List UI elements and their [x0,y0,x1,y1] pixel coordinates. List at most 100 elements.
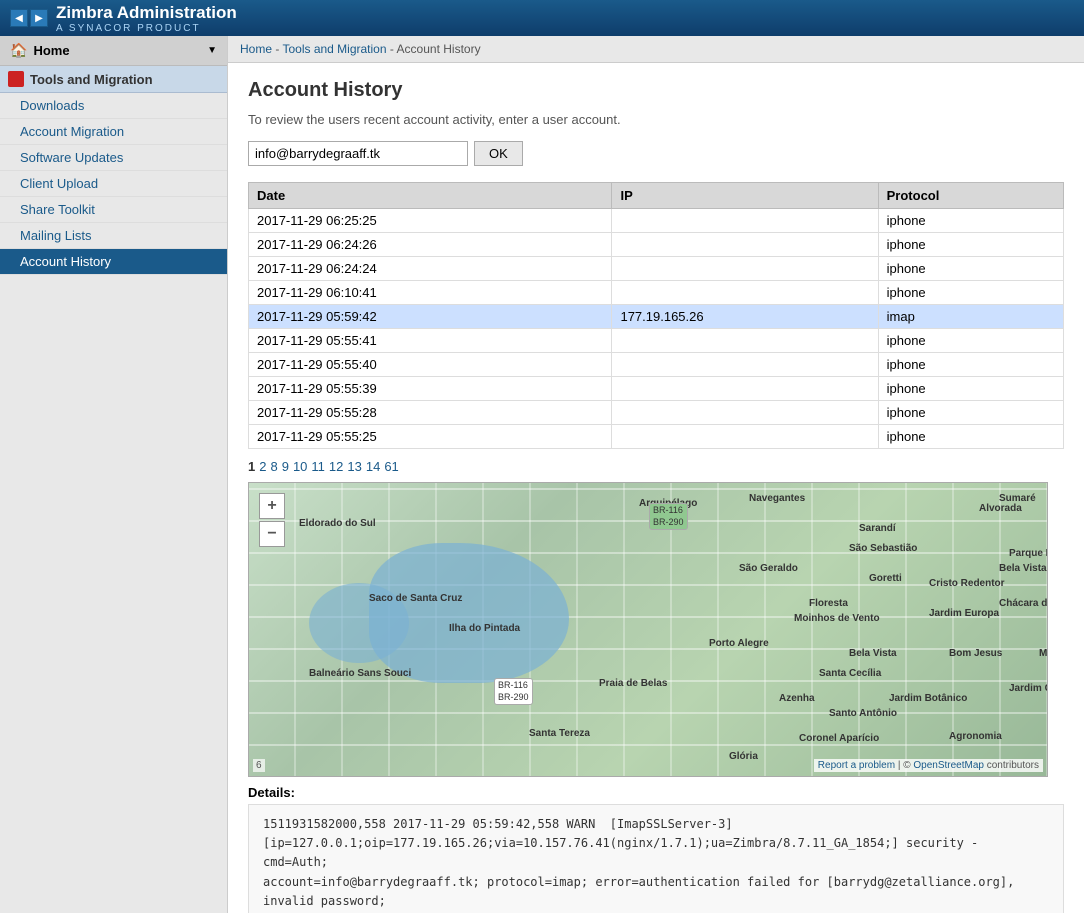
map-zoom-controls: + − [259,493,285,547]
map-label: Santo Antônio [829,708,897,719]
cell-protocol: iphone [878,329,1063,353]
cell-date: 2017-11-29 05:55:28 [249,401,612,425]
cell-date: 2017-11-29 05:55:41 [249,329,612,353]
map-label: Cristo Redentor [929,578,1005,589]
breadcrumb-home[interactable]: Home [240,42,272,56]
nav-arrows: ◀ ▶ [10,9,48,27]
map-label: Sumaré [999,493,1036,504]
map-label: Porto Alegre [709,638,769,649]
map-inner: Eldorado do SulArquipélagoNavegantesSara… [249,483,1047,776]
cell-ip [612,425,878,449]
sidebar-item-share-toolkit[interactable]: Share Toolkit [0,197,227,223]
map-attribution: Report a problem | © OpenStreetMap contr… [814,759,1043,772]
cell-protocol: iphone [878,233,1063,257]
map-label: Bela Vista [849,648,897,659]
sidebar-item-label: Downloads [20,98,84,113]
sidebar-item-software-updates[interactable]: Software Updates [0,145,227,171]
cell-protocol: iphone [878,353,1063,377]
user-account-input[interactable] [248,141,468,166]
cell-ip [612,209,878,233]
sidebar-item-mailing-lists[interactable]: Mailing Lists [0,223,227,249]
table-row: 2017-11-29 05:55:25 iphone [249,425,1064,449]
zoom-in-button[interactable]: + [259,493,285,519]
map-label: Saco de Santa Cruz [369,593,462,604]
ok-button[interactable]: OK [474,141,523,166]
table-row: 2017-11-29 05:59:42177.19.165.26imap [249,305,1064,329]
cell-ip [612,353,878,377]
pagination-link[interactable]: 13 [347,459,361,474]
map-label: Navegantes [749,493,805,504]
zoom-out-button[interactable]: − [259,521,285,547]
breadcrumb-section[interactable]: Tools and Migration [282,42,386,56]
pagination-link[interactable]: 8 [270,459,277,474]
col-header-date: Date [249,183,612,209]
map-label: Balneário Sans Souci [309,668,411,679]
pagination-link[interactable]: 61 [384,459,398,474]
map-label: São Geraldo [739,563,798,574]
cell-ip [612,377,878,401]
map-label: Jardim Botânico [889,693,967,704]
pagination-link[interactable]: 1 [248,459,255,474]
home-icon: 🏠 [10,42,27,59]
forward-button[interactable]: ▶ [30,9,48,27]
map-label: Morro Santana [1039,648,1048,659]
cell-protocol: iphone [878,257,1063,281]
app-branding: Zimbra Administration A SYNACOR PRODUCT [56,3,237,34]
map-label: Santa Tereza [529,728,590,739]
sidebar-item-label: Software Updates [20,150,123,165]
cell-date: 2017-11-29 05:55:40 [249,353,612,377]
pagination-link[interactable]: 11 [311,459,325,474]
sidebar-section-label: Tools and Migration [30,72,153,87]
cell-date: 2017-11-29 06:24:24 [249,257,612,281]
map-label: Bom Jesus [949,648,1002,659]
sidebar-item-label: Mailing Lists [20,228,92,243]
cell-date: 2017-11-29 05:55:39 [249,377,612,401]
pagination-link[interactable]: 12 [329,459,343,474]
map-label: Praia de Belas [599,678,667,689]
attribution-separator: | © [898,760,914,771]
map-road-badge: BR-116 BR-290 [494,678,533,705]
sidebar-item-client-upload[interactable]: Client Upload [0,171,227,197]
sidebar-item-label: Account History [20,254,111,269]
map-label: São Sebastião [849,543,917,554]
col-header-protocol: Protocol [878,183,1063,209]
details-text: 1511931582000,558 2017-11-29 05:59:42,55… [248,804,1064,913]
pagination-link[interactable]: 14 [366,459,380,474]
map-label: Floresta [809,598,848,609]
map-label: Bela Vista [999,563,1047,574]
map-label: Ilha do Pintada [449,623,520,634]
cell-protocol: iphone [878,281,1063,305]
table-row: 2017-11-29 05:55:28iphone [249,401,1064,425]
pagination-link[interactable]: 10 [293,459,307,474]
map-container: Eldorado do SulArquipélagoNavegantesSara… [248,482,1048,777]
tools-icon [8,71,24,87]
app-subtitle: A SYNACOR PRODUCT [56,23,237,34]
map-label: Parque Leopoldina [1009,548,1048,559]
page-description: To review the users recent account activ… [248,112,1064,127]
map-tile-number: 6 [253,759,265,772]
osm-link[interactable]: OpenStreetMap [913,760,984,771]
sidebar-item-label: Client Upload [20,176,98,191]
cell-date: 2017-11-29 05:55:25 [249,425,612,449]
sidebar-item-account-migration[interactable]: Account Migration [0,119,227,145]
map-label: Azenha [779,693,815,704]
home-dropdown[interactable]: 🏠 Home ▼ [0,36,227,66]
cell-date: 2017-11-29 06:24:26 [249,233,612,257]
cell-ip [612,401,878,425]
sidebar-item-account-history[interactable]: Account History [0,249,227,275]
cell-protocol: iphone [878,425,1063,449]
sidebar-item-label: Account Migration [20,124,124,139]
table-row: 2017-11-29 06:25:25iphone [249,209,1064,233]
sidebar-item-downloads[interactable]: Downloads [0,93,227,119]
table-row: 2017-11-29 06:24:24 iphone [249,257,1064,281]
details-label: Details: [248,785,1064,800]
home-label: Home [33,43,69,58]
table-row: 2017-11-29 06:24:26 iphone [249,233,1064,257]
back-button[interactable]: ◀ [10,9,28,27]
pagination-link[interactable]: 9 [282,459,289,474]
map-label: Eldorado do Sul [299,518,376,529]
pagination-link[interactable]: 2 [259,459,266,474]
report-problem-link[interactable]: Report a problem [818,760,895,771]
main-content: Home - Tools and Migration - Account His… [228,36,1084,913]
table-row: 2017-11-29 06:10:41iphone [249,281,1064,305]
